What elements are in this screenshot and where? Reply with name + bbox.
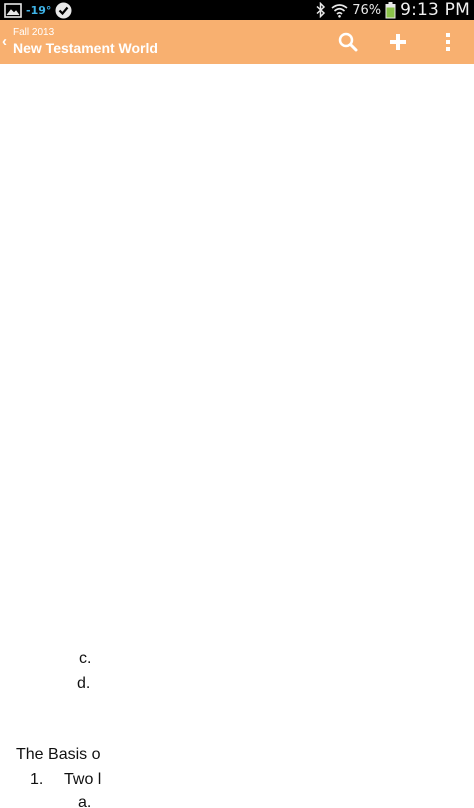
wifi-icon (331, 3, 348, 18)
status-left: -19° (4, 1, 72, 19)
action-bar: ‹ Fall 2013 New Testament World (0, 20, 474, 64)
list-marker-d: d. (77, 675, 91, 692)
note-page[interactable]: c. d. The Basis o 1. Two l a. (0, 64, 474, 808)
search-icon (338, 32, 358, 52)
notebook-subtitle: Fall 2013 (13, 27, 55, 38)
bluetooth-icon (315, 2, 327, 18)
up-navigation-button[interactable]: ‹ Fall 2013 New Testament World (0, 20, 180, 64)
add-button[interactable] (378, 20, 418, 64)
gallery-icon (4, 2, 22, 18)
page-title: New Testament World (13, 40, 158, 56)
battery-percent: 76% (352, 2, 382, 18)
list-marker-1: 1. (30, 771, 44, 788)
overflow-menu-button[interactable] (428, 20, 468, 64)
list-marker-c: c. (79, 650, 92, 667)
overflow-menu-icon (445, 32, 451, 52)
status-bar: -19° 76% 9:13 PM (0, 0, 474, 20)
battery-icon (385, 1, 396, 19)
temperature-text: -19° (26, 3, 52, 17)
chevron-left-icon: ‹ (2, 33, 7, 50)
status-right: 76% 9:13 PM (315, 0, 470, 20)
add-icon (389, 33, 407, 51)
list-item-1-text: Two l (64, 771, 102, 788)
search-button[interactable] (328, 20, 368, 64)
section-heading: The Basis o (16, 746, 101, 763)
clock-time: 9:13 PM (400, 0, 470, 20)
list-marker-a: a. (78, 794, 92, 808)
check-badge-icon (55, 2, 72, 19)
